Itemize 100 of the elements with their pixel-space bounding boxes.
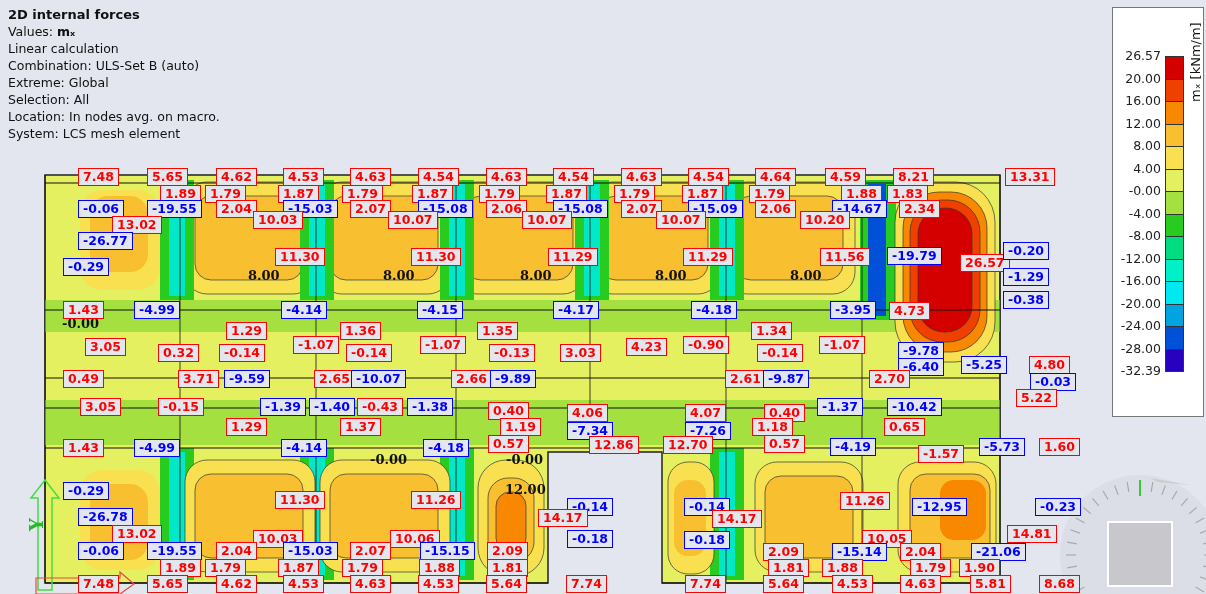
moment-value-label: -0.03: [1030, 373, 1077, 391]
contour-value-label: 8.00: [655, 268, 687, 283]
moment-value-label: 4.63: [900, 575, 941, 593]
moment-value-label: -4.15: [417, 301, 464, 319]
moment-value-label: 5.81: [970, 575, 1011, 593]
moment-value-label: -0.13: [489, 344, 536, 362]
moment-value-label: -1.07: [293, 336, 340, 354]
moment-value-label: 12.86: [589, 436, 639, 454]
moment-value-label: 4.53: [283, 168, 324, 186]
moment-value-label: -0.06: [78, 200, 125, 218]
moment-value-label: -10.42: [887, 398, 942, 416]
moment-value-label: 11.30: [275, 248, 325, 266]
contour-value-label: 8.00: [520, 268, 552, 283]
moment-value-label: -9.89: [490, 370, 537, 388]
moment-value-label: 1.18: [752, 418, 793, 436]
moment-value-label: -5.25: [961, 356, 1008, 374]
legend-tick-label: -24.00: [1120, 318, 1161, 335]
moment-value-label: -1.40: [309, 398, 356, 416]
moment-value-label: 2.66: [451, 370, 492, 388]
moment-value-label: 1.79: [205, 559, 246, 577]
moment-value-label: 3.05: [80, 398, 121, 416]
moment-value-label: -9.59: [224, 370, 271, 388]
moment-value-label: 5.22: [1016, 389, 1057, 407]
moment-value-label: 4.53: [283, 575, 324, 593]
moment-value-label: -9.87: [763, 370, 810, 388]
moment-value-label: -0.14: [346, 344, 393, 362]
moment-value-label: 1.79: [205, 185, 246, 203]
moment-value-label: -0.23: [1035, 498, 1082, 516]
moment-value-label: -1.38: [407, 398, 454, 416]
moment-value-label: 4.64: [755, 168, 796, 186]
result-info-line: Linear calculation: [8, 40, 120, 57]
moment-value-label: 1.87: [682, 185, 723, 203]
moment-value-label: 11.26: [840, 492, 890, 510]
moment-value-label: 2.07: [621, 200, 662, 218]
moment-value-label: 2.04: [216, 200, 257, 218]
moment-value-label: 1.29: [226, 418, 267, 436]
moment-value-label: 13.02: [112, 216, 162, 234]
moment-value-label: 1.87: [278, 185, 319, 203]
moment-value-label: 1.79: [749, 185, 790, 203]
moment-value-label: 1.60: [1039, 438, 1080, 456]
moment-value-label: -1.29: [1003, 268, 1050, 286]
moment-value-label: 2.09: [763, 543, 804, 561]
moment-value-label: 11.56: [820, 248, 870, 266]
moment-value-label: 1.35: [477, 322, 518, 340]
moment-value-label: 14.81: [1007, 525, 1057, 543]
moment-value-label: 3.05: [85, 338, 126, 356]
moment-value-label: 1.43: [63, 301, 104, 319]
moment-value-label: -4.14: [281, 301, 328, 319]
moment-value-label: -0.20: [1003, 242, 1050, 260]
moment-value-label: -4.14: [281, 439, 328, 457]
moment-value-label: -1.39: [260, 398, 307, 416]
moment-value-label: -26.77: [78, 232, 133, 250]
moment-value-label: -4.18: [423, 439, 470, 457]
moment-value-label: 1.79: [342, 185, 383, 203]
moment-value-label: 11.26: [411, 491, 461, 509]
contour-value-label: 12.00: [505, 482, 546, 497]
moment-value-label: 1.34: [751, 322, 792, 340]
moment-value-label: 5.64: [763, 575, 804, 593]
moment-value-label: 4.54: [553, 168, 594, 186]
moment-value-label: -12.95: [912, 498, 967, 516]
moment-value-label: 1.43: [63, 439, 104, 457]
contour-value-label: 8.00: [790, 268, 822, 283]
moment-value-label: 2.07: [350, 200, 391, 218]
legend-tick-label: 16.00: [1125, 93, 1161, 110]
result-info-line: Location: In nodes avg. on macro.: [8, 108, 220, 125]
moment-value-label: 12.70: [663, 436, 713, 454]
moment-value-label: 0.57: [488, 435, 529, 453]
moment-value-label: 2.04: [216, 542, 257, 560]
legend-tick-label: -4.00: [1128, 205, 1161, 223]
moment-value-label: 2.06: [486, 200, 527, 218]
moment-value-label: 1.83: [887, 185, 928, 203]
moment-value-label: 1.87: [278, 559, 319, 577]
moment-value-label: 7.74: [566, 575, 607, 593]
contour-value-label: -0.00: [506, 452, 544, 467]
moment-value-label: 4.07: [685, 404, 726, 422]
result-info-line: Values: mₓ: [8, 23, 77, 40]
moment-value-label: 4.54: [418, 168, 459, 186]
legend-tick-label: -0.00: [1128, 183, 1161, 200]
moment-value-label: 4.54: [688, 168, 729, 186]
moment-value-label: 2.70: [869, 370, 910, 388]
moment-value-label: 5.65: [147, 168, 188, 186]
moment-value-label: -1.07: [420, 336, 467, 354]
moment-value-label: 4.63: [486, 168, 527, 186]
contour-value-label: 8.00: [383, 268, 415, 283]
moment-value-label: 1.81: [768, 559, 809, 577]
moment-value-label: 7.74: [685, 575, 726, 593]
moment-value-label: 2.09: [487, 542, 528, 560]
moment-value-label: 1.89: [160, 559, 201, 577]
moment-value-label: 1.37: [340, 418, 381, 436]
moment-value-label: 4.73: [889, 302, 930, 320]
moment-value-label: 1.79: [910, 559, 951, 577]
moment-value-label: 14.17: [712, 510, 762, 528]
result-info-line: Extreme: Global: [8, 74, 110, 91]
moment-value-label: 1.90: [959, 559, 1000, 577]
moment-value-label: 1.79: [614, 185, 655, 203]
moment-value-label: 4.23: [626, 338, 667, 356]
moment-value-label: -1.07: [819, 336, 866, 354]
moment-value-label: -0.15: [158, 398, 205, 416]
legend-tick-label: -12.00: [1120, 250, 1161, 268]
moment-value-label: -4.99: [134, 439, 181, 457]
